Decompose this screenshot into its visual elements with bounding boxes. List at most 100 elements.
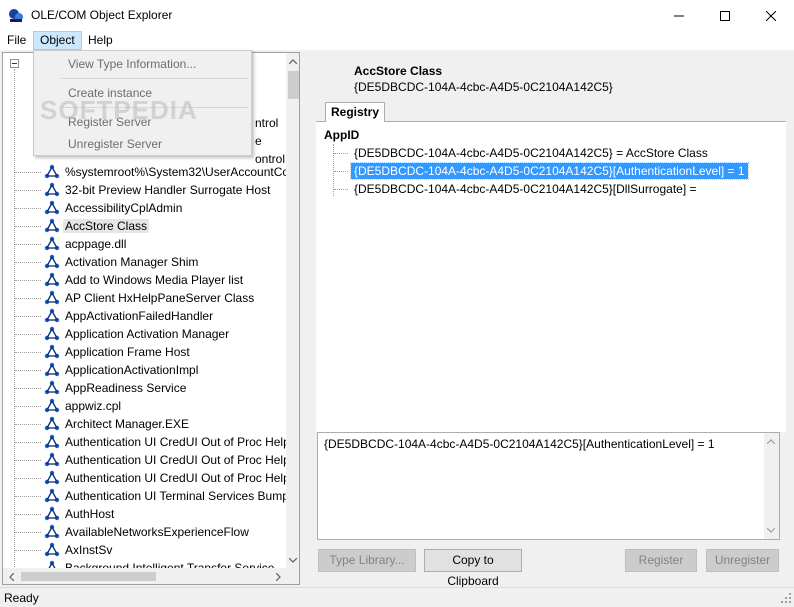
com-class-icon xyxy=(44,344,60,359)
registry-entry[interactable]: {DE5DBCDC-104A-4cbc-A4D5-0C2104A142C5}[D… xyxy=(351,181,700,197)
status-text: Ready xyxy=(4,591,39,605)
tree-item-label: 32-bit Preview Handler Surrogate Host xyxy=(65,183,271,197)
maximize-button[interactable] xyxy=(702,0,748,31)
unregister-button[interactable]: Unregister xyxy=(706,549,779,572)
scroll-thumb[interactable] xyxy=(288,71,299,99)
tree-item[interactable]: AppActivationFailedHandler xyxy=(3,307,286,325)
tree-item[interactable]: AvailableNetworksExperienceFlow xyxy=(3,523,286,541)
com-class-icon xyxy=(44,416,60,431)
value-detail-text: {DE5DBCDC-104A-4cbc-A4D5-0C2104A142C5}[A… xyxy=(324,437,715,451)
type-library-button[interactable]: Type Library... xyxy=(318,549,416,572)
status-bar: Ready xyxy=(0,587,794,607)
object-menu-dropdown: View Type Information... Create instance… xyxy=(33,50,252,156)
registry-entry-selected[interactable]: {DE5DBCDC-104A-4cbc-A4D5-0C2104A142C5}[A… xyxy=(350,162,749,180)
tree-item-label: AppActivationFailedHandler xyxy=(65,309,214,323)
tree-item[interactable]: Add to Windows Media Player list xyxy=(3,271,286,289)
scroll-down-button[interactable] xyxy=(286,552,299,568)
register-button[interactable]: Register xyxy=(625,549,697,572)
tree-item-label: appwiz.cpl xyxy=(65,399,122,413)
tree-guide-line xyxy=(15,280,41,282)
chevron-right-icon xyxy=(275,572,281,581)
detail-vertical-scrollbar[interactable] xyxy=(764,433,779,539)
scroll-right-button[interactable] xyxy=(270,568,286,584)
menu-file[interactable]: File xyxy=(1,31,32,50)
scroll-thumb[interactable] xyxy=(21,572,156,581)
copy-to-clipboard-button[interactable]: Copy to Clipboard xyxy=(424,549,522,588)
registry-group-appid[interactable]: AppID xyxy=(324,128,359,142)
tree-item[interactable]: 32-bit Preview Handler Surrogate Host xyxy=(3,181,286,199)
tree-item-label: Authentication UI CredUI Out of Proc Hel… xyxy=(65,435,286,449)
com-object-icon xyxy=(9,9,23,22)
tree-guide-line xyxy=(15,208,41,210)
tree-item[interactable]: Architect Manager.EXE xyxy=(3,415,286,433)
chevron-up-icon xyxy=(767,439,775,444)
com-class-icon xyxy=(44,164,60,179)
tree-item[interactable]: AccStore Class xyxy=(3,217,286,235)
scroll-left-button[interactable] xyxy=(3,568,19,584)
tree-item[interactable]: AP Client HxHelpPaneServer Class xyxy=(3,289,286,307)
tree-item-label: AxInstSv xyxy=(65,543,113,557)
tree-item-label: AP Client HxHelpPaneServer Class xyxy=(65,291,255,305)
tree-item-label: Authentication UI Terminal Services Bump… xyxy=(65,489,286,503)
tree-item[interactable]: ApplicationActivationImpl xyxy=(3,361,286,379)
minus-icon xyxy=(12,63,17,64)
tree-item[interactable]: Activation Manager Shim xyxy=(3,253,286,271)
minimize-button[interactable] xyxy=(656,0,702,31)
registry-entry[interactable]: {DE5DBCDC-104A-4cbc-A4D5-0C2104A142C5} =… xyxy=(351,145,711,161)
tree-guide-line xyxy=(15,190,41,192)
tree-item[interactable]: AxInstSv xyxy=(3,541,286,559)
tree-vertical-scrollbar[interactable] xyxy=(286,53,299,568)
tree-item[interactable]: Authentication UI CredUI Out of Proc Hel… xyxy=(3,469,286,487)
tab-registry[interactable]: Registry xyxy=(325,102,385,122)
com-class-icon xyxy=(44,200,60,215)
tree-item-label-partial: e xyxy=(255,134,262,148)
tree-item[interactable]: AuthHost xyxy=(3,505,286,523)
tree-guide-line xyxy=(15,424,41,426)
tree-item[interactable]: Authentication UI Terminal Services Bump… xyxy=(3,487,286,505)
tree-item-label: Activation Manager Shim xyxy=(65,255,199,269)
menu-help[interactable]: Help xyxy=(82,31,119,50)
tree-horizontal-scrollbar[interactable] xyxy=(3,568,286,584)
menu-item-view-type-info[interactable]: View Type Information... xyxy=(68,54,196,74)
tree-item-label: AccessibilityCplAdmin xyxy=(65,201,183,215)
tree-guide-line xyxy=(15,514,41,516)
tree-item[interactable]: Authentication UI CredUI Out of Proc Hel… xyxy=(3,451,286,469)
tree-item[interactable]: AccessibilityCplAdmin xyxy=(3,199,286,217)
tree-item[interactable]: acppage.dll xyxy=(3,235,286,253)
menu-object[interactable]: Object xyxy=(33,31,82,50)
tree-item[interactable]: AppReadiness Service xyxy=(3,379,286,397)
menu-item-unregister-server[interactable]: Unregister Server xyxy=(68,134,162,154)
tree-item[interactable]: appwiz.cpl xyxy=(3,397,286,415)
class-clsid: {DE5DBCDC-104A-4cbc-A4D5-0C2104A142C5} xyxy=(354,80,613,94)
tree-item-label: Authentication UI CredUI Out of Proc Hel… xyxy=(65,453,286,467)
tree-item[interactable]: Application Frame Host xyxy=(3,343,286,361)
tree-item[interactable]: Background Intelligent Transfer Service xyxy=(3,559,286,568)
com-class-icon xyxy=(44,218,60,233)
resize-grip-icon[interactable] xyxy=(780,592,792,604)
watermark: SOFTPEDIA xyxy=(40,95,198,125)
com-class-icon xyxy=(44,434,60,449)
tree-item-label: Architect Manager.EXE xyxy=(65,417,190,431)
scroll-up-button[interactable] xyxy=(286,53,299,69)
chevron-left-icon xyxy=(8,572,14,581)
com-class-icon xyxy=(44,236,60,251)
tree-item-label: Add to Windows Media Player list xyxy=(65,273,244,287)
chevron-up-icon xyxy=(289,58,297,64)
scrollbar-corner xyxy=(286,568,299,584)
tree-item[interactable]: Authentication UI CredUI Out of Proc Hel… xyxy=(3,433,286,451)
com-class-icon xyxy=(44,272,60,287)
value-detail-box[interactable]: {DE5DBCDC-104A-4cbc-A4D5-0C2104A142C5}[A… xyxy=(317,432,780,540)
tree-expander[interactable] xyxy=(10,59,19,68)
com-class-icon xyxy=(44,254,60,269)
tree-item[interactable]: %systemroot%\System32\UserAccountControl xyxy=(3,163,286,181)
maximize-icon xyxy=(720,10,730,21)
close-button[interactable] xyxy=(748,0,794,31)
tree-item[interactable]: Application Activation Manager xyxy=(3,325,286,343)
tree-guide-line xyxy=(15,352,41,354)
title-bar[interactable]: OLE/COM Object Explorer xyxy=(0,0,794,31)
com-class-icon xyxy=(48,560,56,568)
tree-guide-line xyxy=(15,550,41,552)
minimize-icon xyxy=(674,15,684,16)
com-class-icon xyxy=(44,290,60,305)
tree-item-label: Authentication UI CredUI Out of Proc Hel… xyxy=(65,471,286,485)
